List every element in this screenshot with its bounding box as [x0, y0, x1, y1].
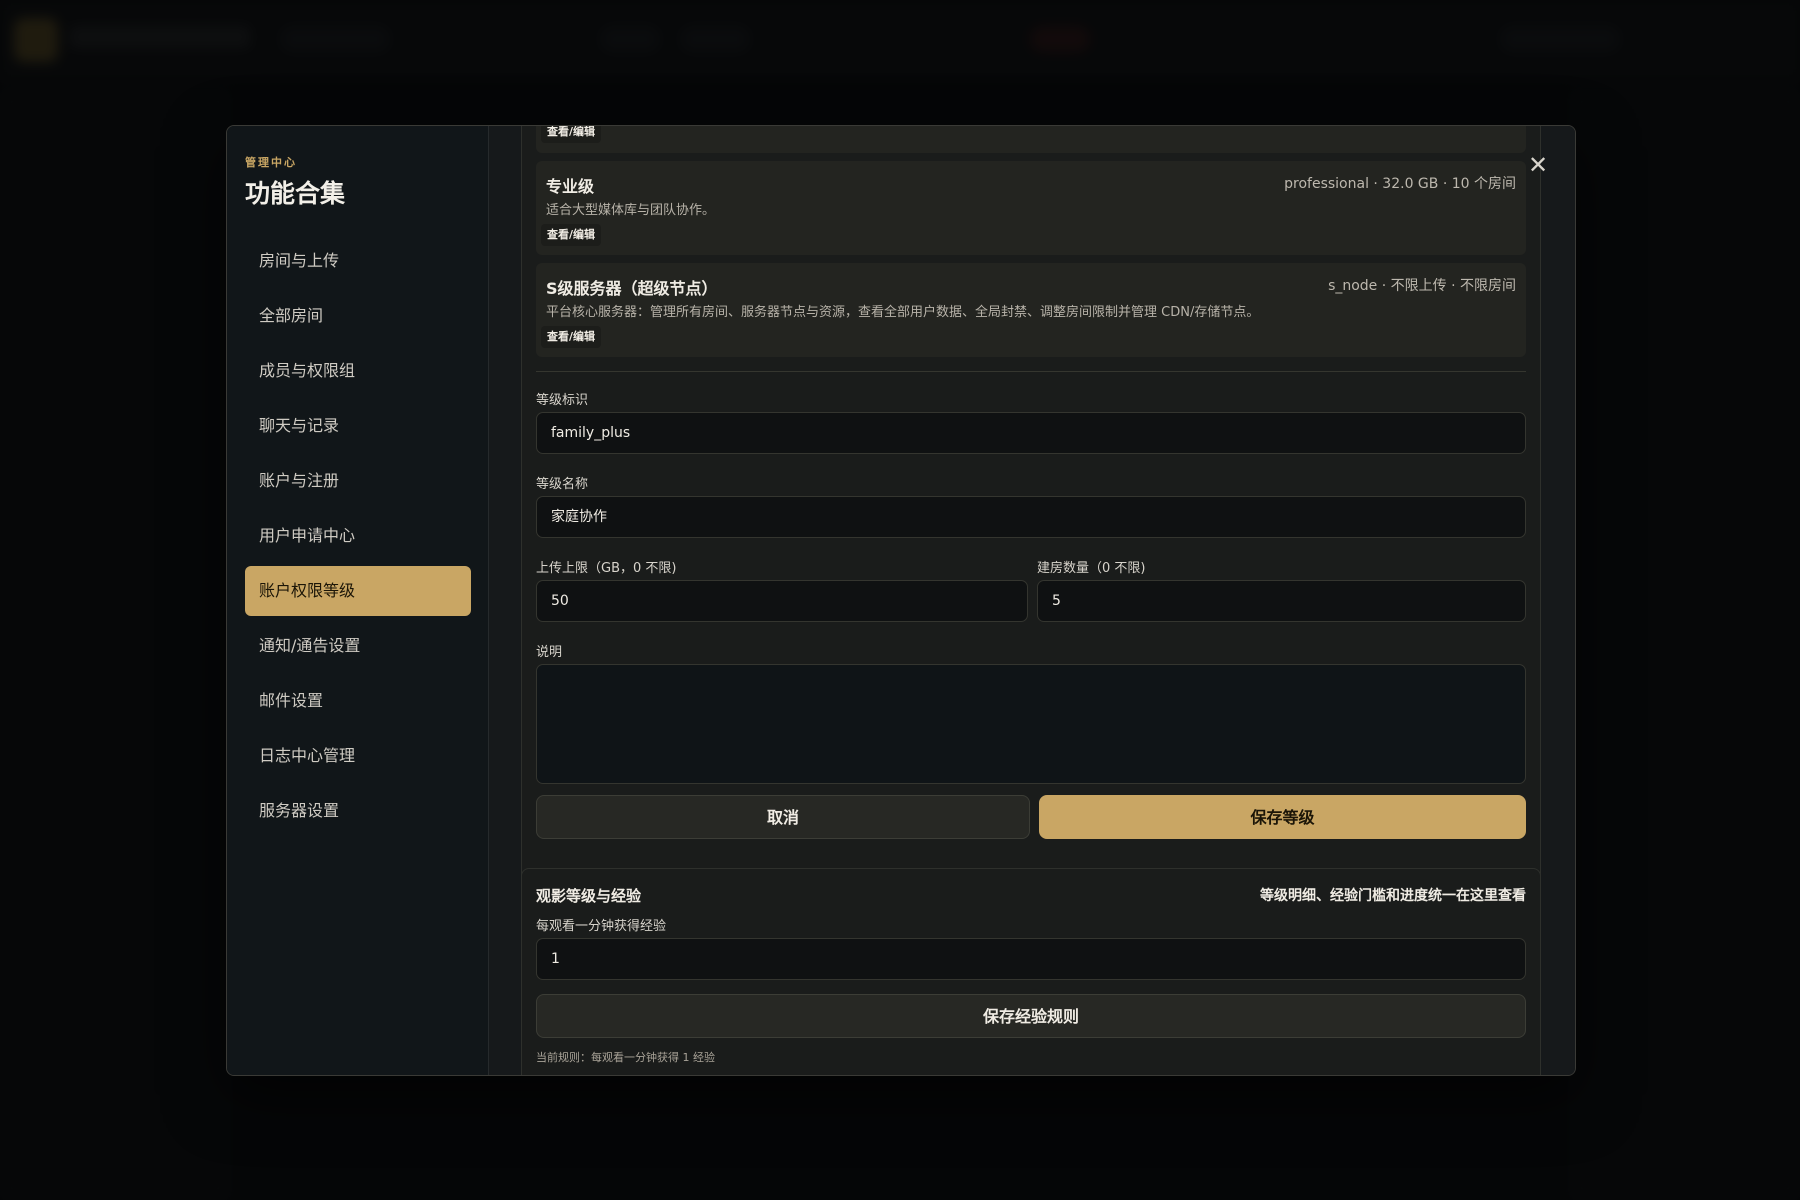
sidebar-item-notifications[interactable]: 通知/通告设置 — [245, 621, 471, 671]
tier-meta: professional · 32.0 GB · 10 个房间 — [1284, 176, 1516, 192]
tier-meta: s_node · 不限上传 · 不限房间 — [1328, 278, 1516, 294]
tier-panel: 查看/编辑 专业级 professional · 32.0 GB · 10 个房… — [521, 126, 1541, 978]
tier-id-label: 等级标识 — [536, 393, 589, 408]
tier-card-s-node: S级服务器（超级节点） s_node · 不限上传 · 不限房间 平台核心服务器… — [536, 263, 1526, 357]
sidebar-item-chat-records[interactable]: 聊天与记录 — [245, 401, 471, 451]
exp-per-minute-field[interactable]: 1 — [536, 938, 1526, 980]
sidebar-item-account-tiers[interactable]: 账户权限等级 — [245, 566, 471, 616]
experience-panel: 观影等级与经验 等级明细、经验门槛和进度统一在这里查看 每观看一分钟获得经验 1… — [521, 868, 1541, 1075]
sidebar-item-all-rooms[interactable]: 全部房间 — [245, 291, 471, 341]
upload-limit-label: 上传上限（GB，0 不限) — [536, 561, 677, 576]
sidebar-item-accounts-registration[interactable]: 账户与注册 — [245, 456, 471, 506]
sidebar-item-log-center[interactable]: 日志中心管理 — [245, 731, 471, 781]
sidebar-item-members-groups[interactable]: 成员与权限组 — [245, 346, 471, 396]
sidebar-item-rooms-upload[interactable]: 房间与上传 — [245, 236, 471, 286]
tier-name-label: 等级名称 — [536, 477, 589, 492]
tier-edit-button[interactable]: 查看/编辑 — [541, 326, 602, 348]
sidebar-item-user-applications[interactable]: 用户申请中心 — [245, 511, 471, 561]
exp-per-minute-label: 每观看一分钟获得经验 — [536, 919, 667, 934]
tier-description: 平台核心服务器：管理所有房间、服务器节点与资源，查看全部用户数据、全局封禁、调整… — [546, 305, 1260, 320]
tier-id-field[interactable]: family_plus — [536, 412, 1526, 454]
sidebar-title: 功能合集 — [245, 179, 346, 208]
sidebar-item-mail-settings[interactable]: 邮件设置 — [245, 676, 471, 726]
description-textarea[interactable] — [536, 664, 1526, 784]
tier-card-professional: 专业级 professional · 32.0 GB · 10 个房间 适合大型… — [536, 161, 1526, 255]
tier-card-partial: 查看/编辑 — [536, 126, 1526, 153]
modal-content[interactable]: 查看/编辑 专业级 professional · 32.0 GB · 10 个房… — [489, 126, 1575, 1075]
description-label: 说明 — [536, 645, 563, 660]
current-rule-text: 当前规则：每观看一分钟获得 1 经验 — [536, 1051, 715, 1064]
admin-modal: 管理中心 功能合集 房间与上传 全部房间 成员与权限组 聊天与记录 账户与注册 … — [226, 125, 1576, 1076]
tier-edit-button[interactable]: 查看/编辑 — [541, 126, 602, 143]
room-count-field[interactable]: 5 — [1037, 580, 1526, 622]
room-count-label: 建房数量（0 不限) — [1037, 561, 1146, 576]
tier-name-field[interactable]: 家庭协作 — [536, 496, 1526, 538]
divider — [536, 371, 1526, 372]
upload-limit-field[interactable]: 50 — [536, 580, 1028, 622]
tier-name: 专业级 — [546, 177, 595, 196]
modal-sidebar: 管理中心 功能合集 房间与上传 全部房间 成员与权限组 聊天与记录 账户与注册 … — [227, 126, 489, 1075]
experience-title: 观影等级与经验 — [536, 887, 642, 905]
sidebar-kicker: 管理中心 — [245, 156, 297, 169]
experience-note: 等级明细、经验门槛和进度统一在这里查看 — [1260, 888, 1526, 904]
tier-name: S级服务器（超级节点） — [546, 279, 718, 298]
sidebar-item-server-settings[interactable]: 服务器设置 — [245, 786, 471, 836]
save-exp-rule-button[interactable]: 保存经验规则 — [536, 994, 1526, 1038]
sidebar-nav: 房间与上传 全部房间 成员与权限组 聊天与记录 账户与注册 用户申请中心 账户权… — [245, 236, 471, 841]
save-tier-button[interactable]: 保存等级 — [1039, 795, 1526, 839]
close-icon[interactable]: ✕ — [1525, 152, 1551, 178]
tier-edit-button[interactable]: 查看/编辑 — [541, 224, 602, 246]
cancel-button[interactable]: 取消 — [536, 795, 1030, 839]
tier-description: 适合大型媒体库与团队协作。 — [546, 203, 716, 218]
